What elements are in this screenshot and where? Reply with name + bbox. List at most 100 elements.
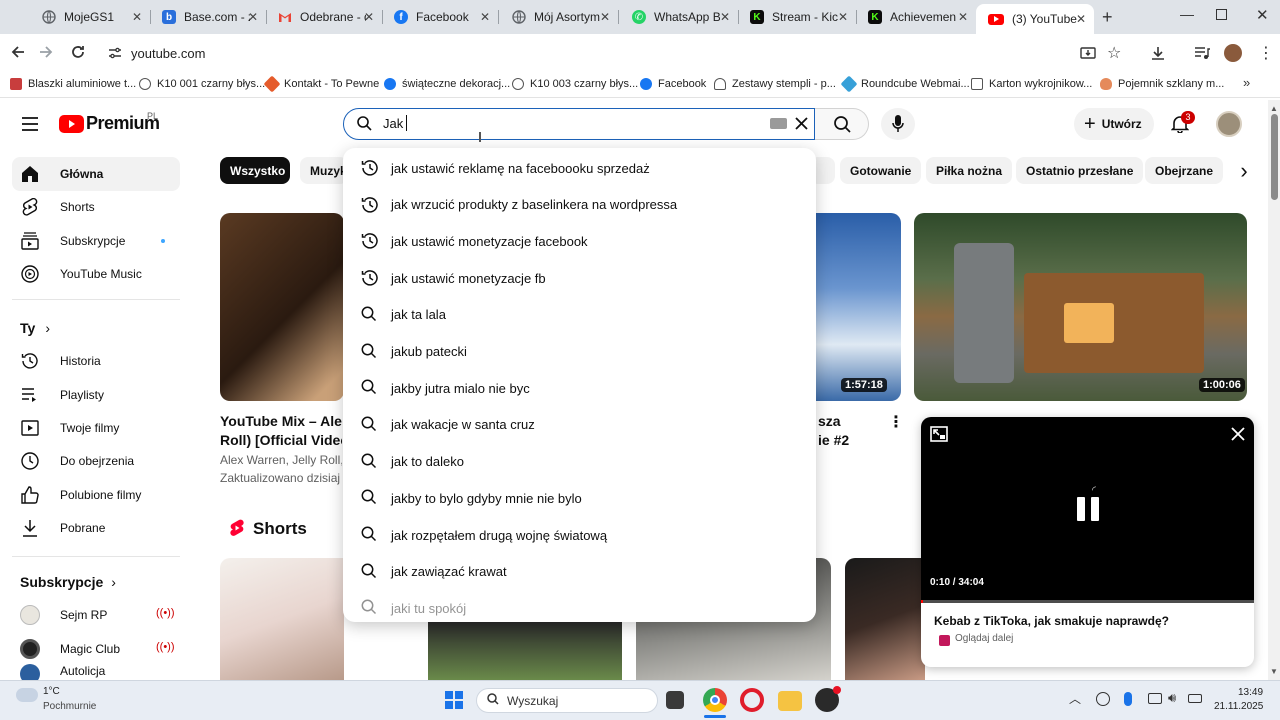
battery-icon[interactable] xyxy=(1188,694,1202,703)
bookmark-item[interactable]: świąteczne dekoracj... xyxy=(384,72,510,96)
media-controls-icon[interactable] xyxy=(1194,46,1210,60)
windows-start-icon[interactable] xyxy=(445,691,463,709)
bookmark-item[interactable]: Facebook xyxy=(640,72,706,96)
suggestion-item[interactable]: jak ustawić reklamę na faceboooku sprzed… xyxy=(343,150,816,186)
show-hidden-icons-icon[interactable]: ︿ xyxy=(1069,690,1081,707)
sidebar-channel-magic-club[interactable]: Magic Club ((•)) xyxy=(12,632,180,666)
url-text[interactable]: youtube.com xyxy=(131,46,205,61)
video-thumbnail[interactable] xyxy=(805,213,901,401)
weather-desc[interactable]: Pochmurnie xyxy=(43,701,96,712)
video-title[interactable]: YouTube Mix – Alex Roll) [Official Video… xyxy=(220,412,342,450)
youtube-logo-icon[interactable] xyxy=(59,115,84,133)
microphone-in-use-icon[interactable] xyxy=(1124,692,1132,706)
bookmark-item[interactable]: Karton wykrojnikow... xyxy=(971,72,1092,96)
sidebar-section-you[interactable]: Ty › xyxy=(20,320,50,336)
chip-all[interactable]: Wszystko xyxy=(220,157,290,184)
browser-tab[interactable]: ✆ WhatsApp Bu ✕ xyxy=(620,0,738,34)
suggestion-item[interactable]: jakub patecki xyxy=(343,334,816,370)
site-info-icon[interactable] xyxy=(108,47,122,59)
close-window-icon[interactable]: ✕ xyxy=(1256,6,1269,24)
sidebar-item-your-videos[interactable]: Twoje filmy xyxy=(12,411,180,445)
suggestion-item[interactable]: jak wakacje w santa cruz xyxy=(343,407,816,443)
account-avatar[interactable] xyxy=(1216,111,1242,137)
close-tab-icon[interactable]: ✕ xyxy=(600,10,610,24)
browser-tab[interactable]: MojeGS1 ✕ xyxy=(30,0,150,34)
bookmark-item[interactable]: Zestawy stempli - p... xyxy=(714,72,836,96)
sidebar-item-downloads[interactable]: Pobrane xyxy=(12,511,180,545)
suggestion-item[interactable]: jak wrzucić produkty z baselinkera na wo… xyxy=(343,187,816,223)
close-tab-icon[interactable]: ✕ xyxy=(248,10,258,24)
close-tab-icon[interactable]: ✕ xyxy=(364,10,374,24)
create-button[interactable]: + Utwórz xyxy=(1074,108,1154,140)
chip-cooking[interactable]: Gotowanie xyxy=(840,157,922,184)
address-bar[interactable] xyxy=(100,41,1070,65)
suggestion-item[interactable]: jak rozpętałem drugą wojnę światową xyxy=(343,517,816,553)
sidebar-item-playlists[interactable]: Playlisty xyxy=(12,378,180,412)
suggestion-item[interactable]: jak ustawić monetyzacje fb xyxy=(343,260,816,296)
close-tab-icon[interactable]: ✕ xyxy=(132,10,142,24)
short-thumbnail[interactable] xyxy=(220,558,344,680)
network-off-icon[interactable] xyxy=(1096,692,1110,706)
maximize-window-icon[interactable] xyxy=(1216,9,1227,20)
browser-menu-icon[interactable]: ⋮ xyxy=(1258,43,1274,63)
sidebar-item-youtube-music[interactable]: YouTube Music xyxy=(12,257,180,291)
opera-icon[interactable] xyxy=(740,688,764,712)
sidebar-item-liked-videos[interactable]: Polubione filmy xyxy=(12,478,180,512)
clock-date[interactable]: 21.11.2025 xyxy=(1214,701,1263,712)
browser-tab[interactable]: K Achievement ✕ xyxy=(856,0,976,34)
chips-next-chevron-icon[interactable]: › xyxy=(1228,157,1260,184)
back-icon[interactable] xyxy=(10,44,26,60)
close-tab-icon[interactable]: ✕ xyxy=(1076,12,1086,26)
suggestion-item[interactable]: jak ta lala xyxy=(343,297,816,333)
bookmark-star-icon[interactable]: ☆ xyxy=(1107,43,1121,63)
video-thumbnail[interactable] xyxy=(220,213,344,401)
bookmark-item[interactable]: Roundcube Webmai... xyxy=(840,72,970,96)
scrollbar-thumb[interactable] xyxy=(1271,114,1278,200)
display-icon[interactable] xyxy=(1148,693,1162,704)
expand-player-icon[interactable] xyxy=(930,426,948,442)
keyboard-icon[interactable] xyxy=(770,118,787,129)
suggestion-item[interactable]: jak ustawić monetyzacje facebook xyxy=(343,223,816,259)
clock-time[interactable]: 13:49 xyxy=(1238,687,1263,698)
video-thumbnail[interactable] xyxy=(914,213,1247,401)
close-tab-icon[interactable]: ✕ xyxy=(480,10,490,24)
sidebar-item-watch-later[interactable]: Do obejrzenia xyxy=(12,444,180,478)
taskbar-search[interactable]: Wyszukaj xyxy=(476,688,658,713)
more-bookmarks-icon[interactable]: » xyxy=(1243,75,1250,90)
suggestion-item[interactable]: jak to daleko xyxy=(343,444,816,480)
task-view-icon[interactable] xyxy=(666,691,684,709)
short-thumbnail[interactable] xyxy=(845,558,925,680)
miniplayer-video[interactable]: ◜ 0:10 / 34:04 xyxy=(921,417,1254,603)
sidebar-item-shorts[interactable]: Shorts xyxy=(12,190,180,224)
bookmark-item[interactable]: K10 001 czarny błys... xyxy=(139,72,265,96)
browser-tab[interactable]: b Base.com - za ✕ xyxy=(150,0,266,34)
reload-icon[interactable] xyxy=(70,44,86,60)
close-tab-icon[interactable]: ✕ xyxy=(958,10,968,24)
menu-icon[interactable] xyxy=(21,116,39,132)
chip-football[interactable]: Piłka nożna xyxy=(926,157,1013,184)
weather-temp[interactable]: 1°C xyxy=(43,686,60,697)
video-title[interactable]: sza ie #2 xyxy=(818,412,849,450)
pause-icon[interactable] xyxy=(1077,497,1085,521)
bookmark-item[interactable]: Blaszki aluminiowe t... xyxy=(10,72,136,96)
clear-search-icon[interactable] xyxy=(795,117,808,130)
close-miniplayer-icon[interactable] xyxy=(1231,427,1245,441)
suggestion-item[interactable]: jaki tu spokój xyxy=(343,590,816,622)
app-icon[interactable] xyxy=(815,686,841,712)
browser-tab[interactable]: K Stream - Kick ✕ xyxy=(738,0,856,34)
sidebar-channel-partial[interactable]: Autolicja xyxy=(12,664,180,680)
bookmark-item[interactable]: K10 003 czarny błys... xyxy=(512,72,638,96)
minimize-window-icon[interactable]: — xyxy=(1180,6,1194,22)
scroll-down-icon[interactable]: ▼ xyxy=(1270,667,1278,676)
suggestion-item[interactable]: jakby jutra mialo nie byc xyxy=(343,370,816,406)
browser-tab-active[interactable]: (3) YouTube ✕ xyxy=(976,4,1094,34)
chrome-icon[interactable] xyxy=(703,688,727,712)
miniplayer[interactable]: ◜ 0:10 / 34:04 Kebab z TikToka, jak smak… xyxy=(921,417,1254,667)
close-tab-icon[interactable]: ✕ xyxy=(720,10,730,24)
downloads-icon[interactable] xyxy=(1150,45,1166,61)
sidebar-channel-sejm-rp[interactable]: Sejm RP ((•)) xyxy=(12,598,180,632)
bookmark-item[interactable]: Kontakt - To Pewne xyxy=(263,72,379,96)
suggestion-item[interactable]: jak zawiązać krawat xyxy=(343,554,816,590)
short-thumbnail[interactable] xyxy=(428,622,622,680)
volume-icon[interactable]: 🔊︎ xyxy=(1168,690,1176,706)
